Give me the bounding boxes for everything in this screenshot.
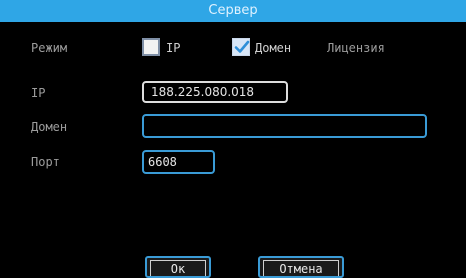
ok-button[interactable]: Ок [145,256,211,278]
domain-mode-label[interactable]: Домен [255,41,291,55]
server-settings-dialog: Сервер Режим IP Домен Лицензия IP 188.22… [0,0,466,278]
ip-mode-checkbox[interactable] [142,38,160,56]
domain-label: Домен [31,120,68,134]
license-label[interactable]: Лицензия [327,41,385,55]
ok-button-label: Ок [150,260,206,276]
dialog-title: Сервер [0,0,466,22]
checkmark-icon [234,40,250,53]
ip-mode-label[interactable]: IP [166,41,180,55]
port-input[interactable]: 6608 [142,150,215,174]
cancel-button[interactable]: Отмена [258,256,344,278]
domain-input[interactable] [142,114,427,138]
domain-mode-checkbox[interactable] [232,38,250,56]
ip-label: IP [31,86,46,100]
mode-label: Режим [31,41,68,55]
cancel-button-label: Отмена [263,260,339,276]
port-label: Порт [31,155,60,169]
ip-address-input[interactable]: 188.225.080.018 [142,81,288,103]
